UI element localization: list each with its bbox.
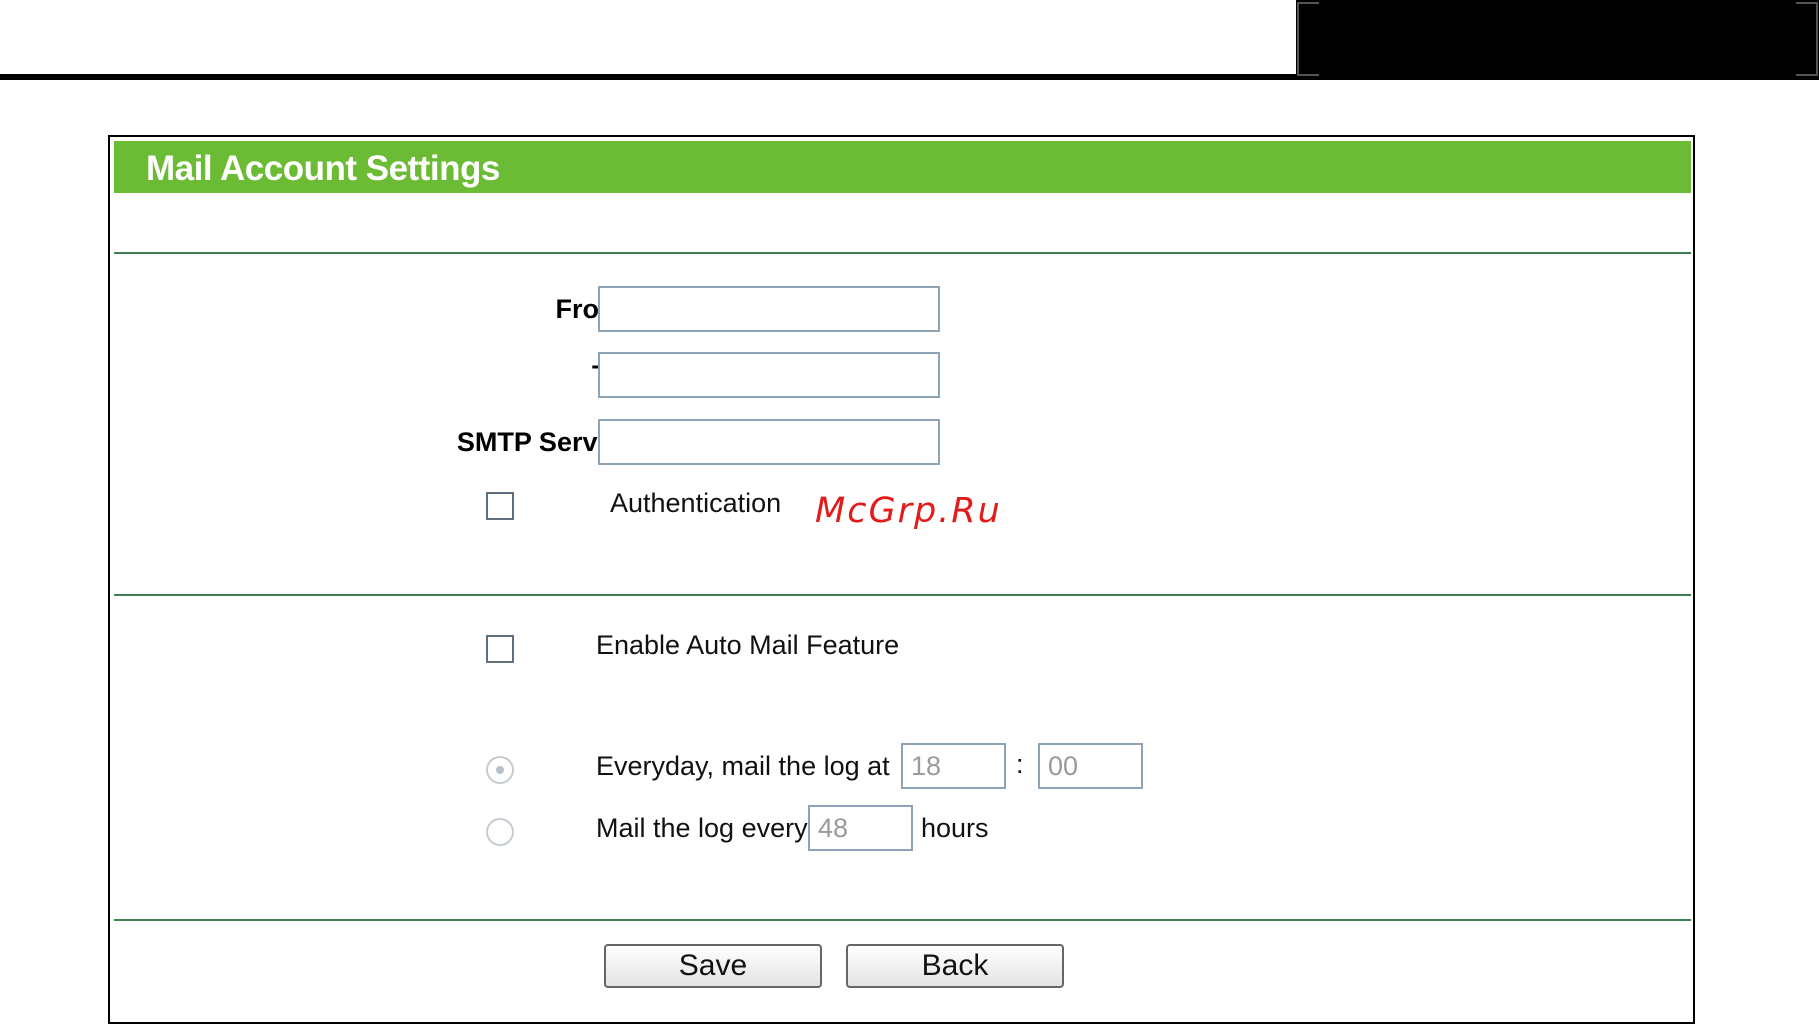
save-button[interactable]: Save — [604, 944, 822, 988]
hours-label: hours — [921, 813, 989, 843]
title-bar: Mail Account Settings — [114, 141, 1691, 193]
back-button[interactable]: Back — [846, 944, 1064, 988]
separator-top — [114, 252, 1691, 254]
from-input[interactable] — [598, 286, 940, 332]
smtp-server-label: SMTP Server: — [456, 427, 632, 457]
smtp-server-input[interactable] — [598, 419, 940, 465]
time-colon: : — [1016, 749, 1024, 779]
to-label: To: — [212, 360, 632, 391]
separator-middle — [114, 594, 1691, 596]
everyday-label: Everyday, mail the log at — [596, 751, 890, 781]
interval-radio[interactable] — [486, 818, 514, 846]
interval-hours-input[interactable]: 48 — [808, 805, 913, 851]
minute-input[interactable]: 00 — [1038, 743, 1143, 789]
watermark-text: McGrp.Ru — [815, 491, 1002, 531]
header-bracket-right — [1796, 2, 1818, 76]
enable-auto-mail-label: Enable Auto Mail Feature — [596, 630, 900, 660]
header-bracket-left — [1297, 2, 1319, 76]
interval-label: Mail the log every — [596, 813, 808, 843]
separator-bottom — [114, 919, 1691, 921]
to-input[interactable] — [598, 352, 940, 398]
everyday-radio[interactable] — [486, 756, 514, 784]
page-title: Mail Account Settings — [146, 149, 500, 188]
authentication-label: Authentication — [610, 488, 782, 518]
hour-input[interactable]: 18 — [901, 743, 1006, 789]
from-label: From: — [555, 294, 633, 324]
authentication-checkbox[interactable] — [486, 492, 514, 520]
enable-auto-mail-checkbox[interactable] — [486, 635, 514, 663]
mail-account-settings-panel: Mail Account Settings From: To: SMTP Ser… — [108, 135, 1695, 1024]
header-black-block — [1296, 0, 1819, 78]
